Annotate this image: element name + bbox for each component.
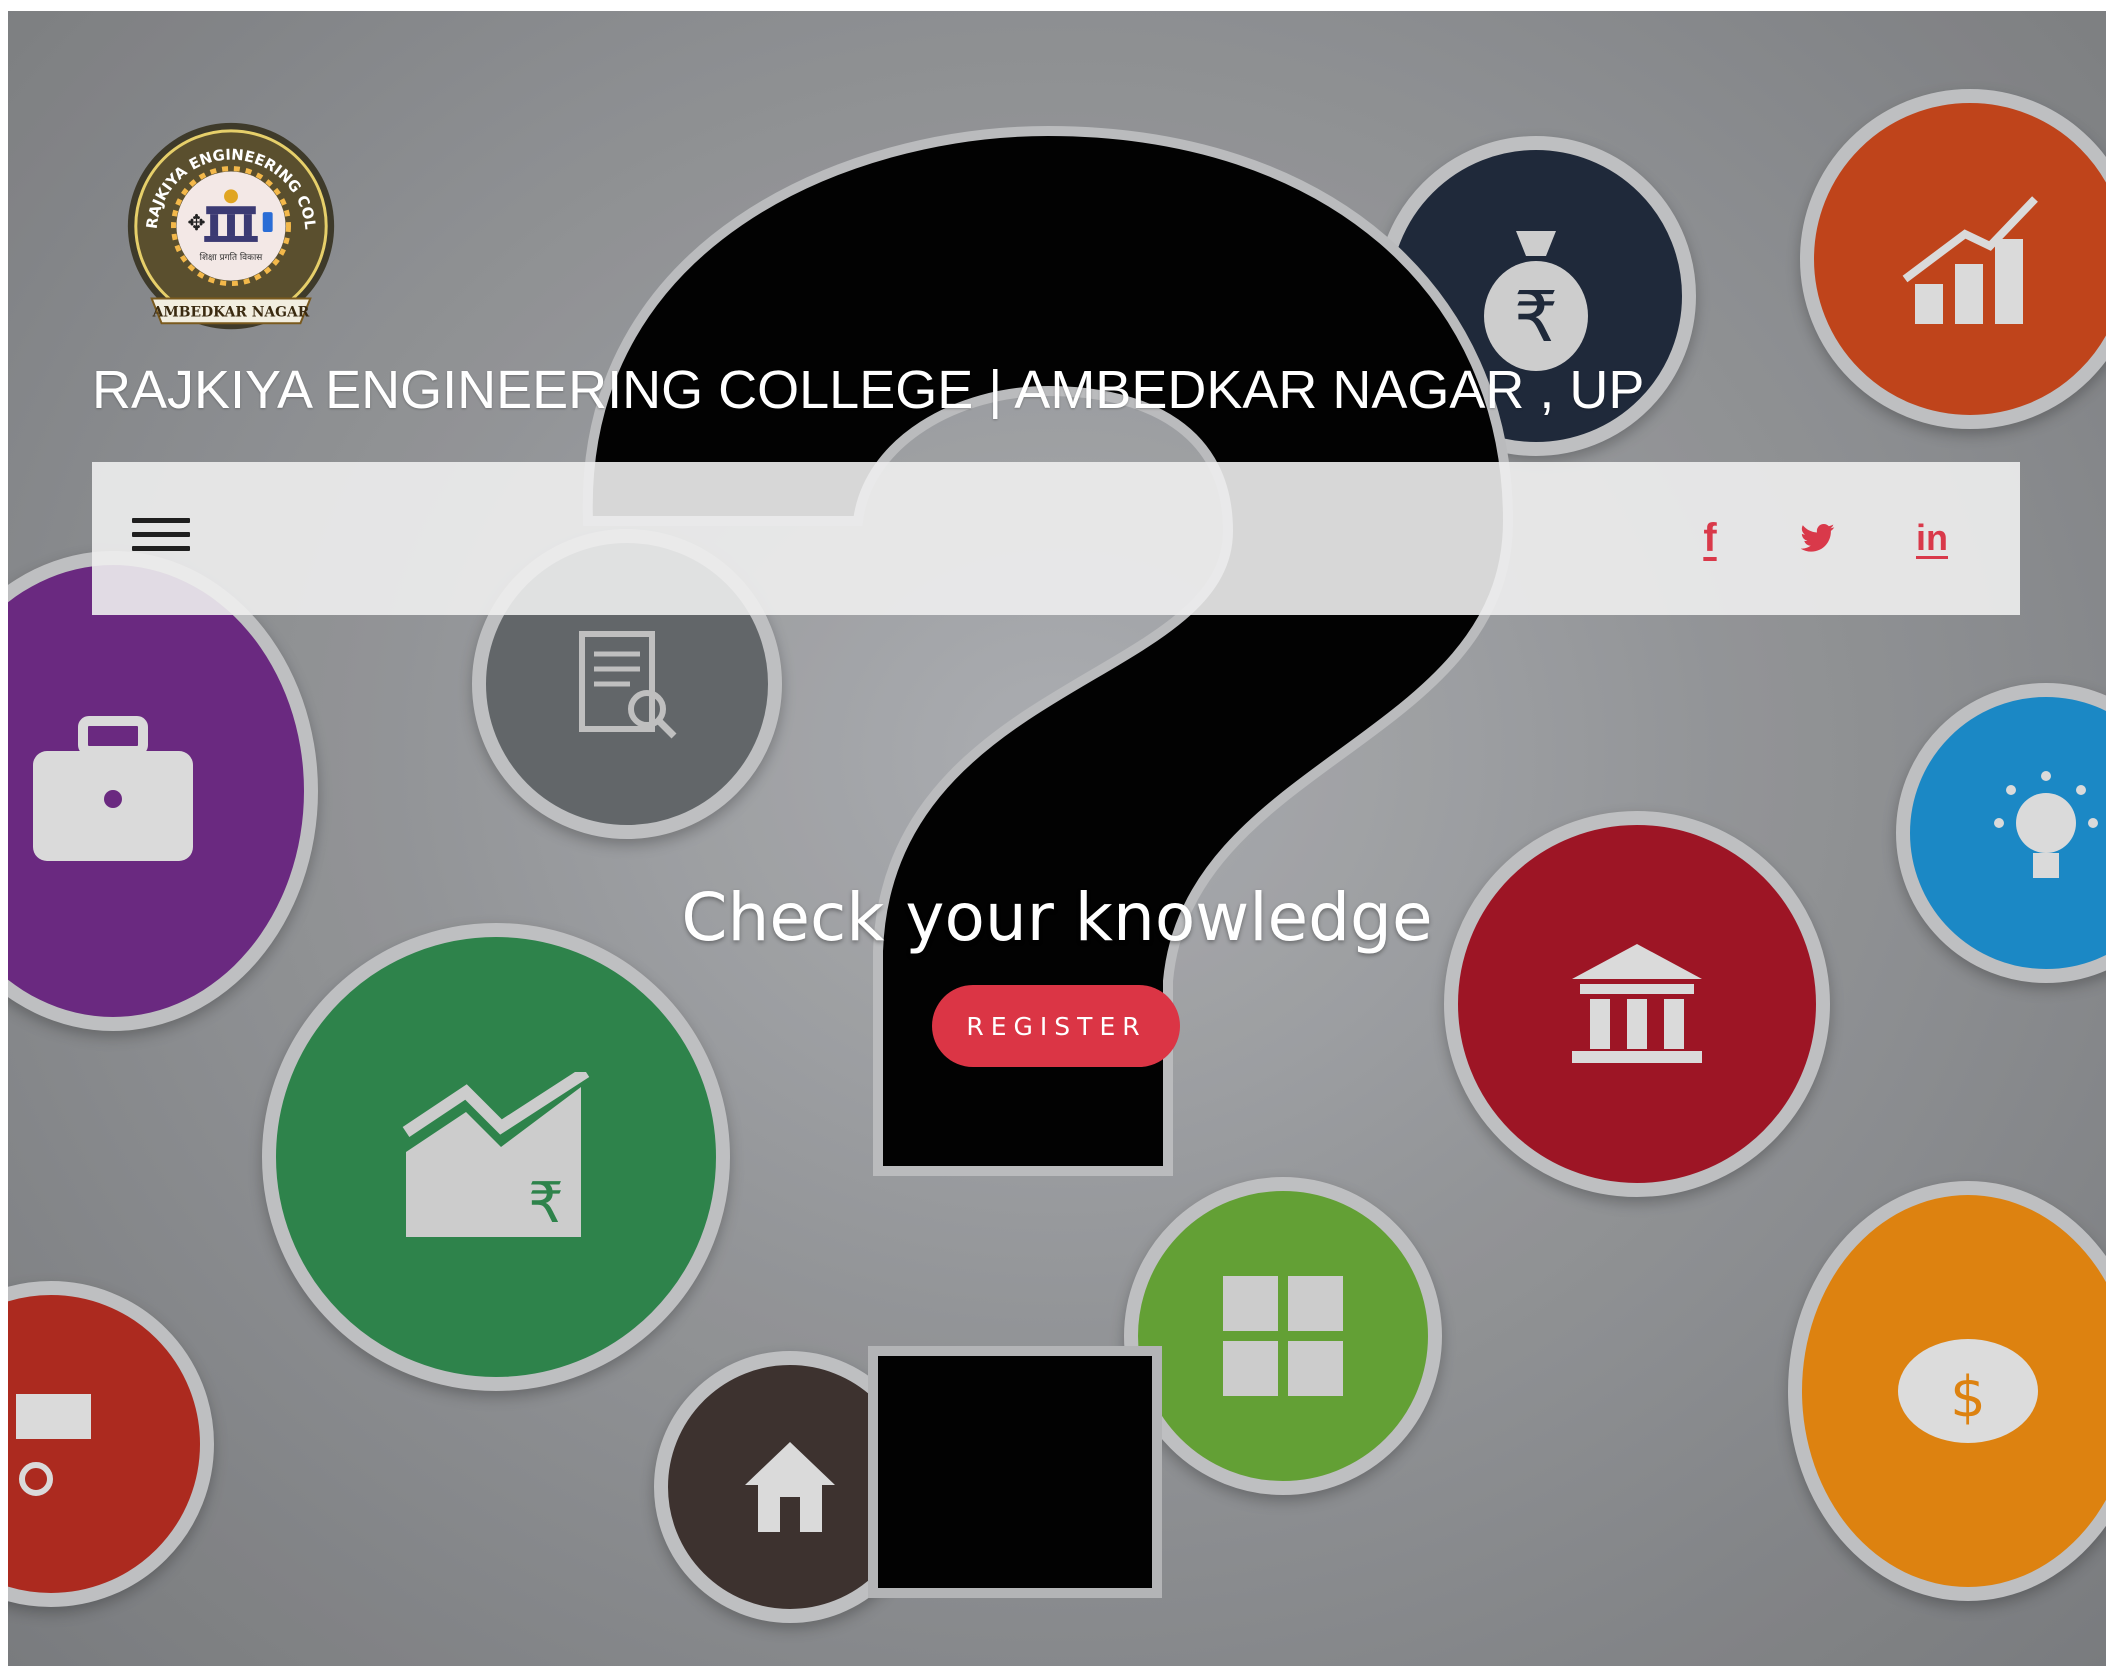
linkedin-icon[interactable]: in — [1910, 514, 1954, 562]
college-logo[interactable]: RAJKIYA ENGINEERING COLLEGE ✥ शिक्षा प्र… — [112, 115, 350, 353]
hamburger-icon-line — [132, 532, 190, 537]
twitter-icon[interactable] — [1796, 514, 1840, 562]
hero-heading: Check your knowledge — [681, 879, 1433, 956]
move-cross-icon: ✥ — [187, 211, 205, 236]
hamburger-icon-line — [132, 546, 190, 551]
site-title[interactable]: RAJKIYA ENGINEERING COLLEGE | AMBEDKAR N… — [92, 359, 1644, 421]
logo-banner: AMBEDKAR NAGAR — [152, 304, 310, 320]
hero-background: ₹ ₹ $ RAJKIYA ENGINEERING COL ✥ शिक्षा प… — [8, 11, 2106, 1666]
twitter-bird-icon — [1801, 523, 1835, 552]
logo-motto: शिक्षा प्रगति विकास — [200, 252, 264, 263]
menu-toggle-button[interactable] — [132, 518, 190, 564]
register-button[interactable]: REGISTER — [932, 985, 1180, 1067]
hamburger-icon — [132, 518, 190, 523]
facebook-icon[interactable]: f — [1692, 514, 1728, 562]
navbar: f in — [92, 462, 2020, 615]
